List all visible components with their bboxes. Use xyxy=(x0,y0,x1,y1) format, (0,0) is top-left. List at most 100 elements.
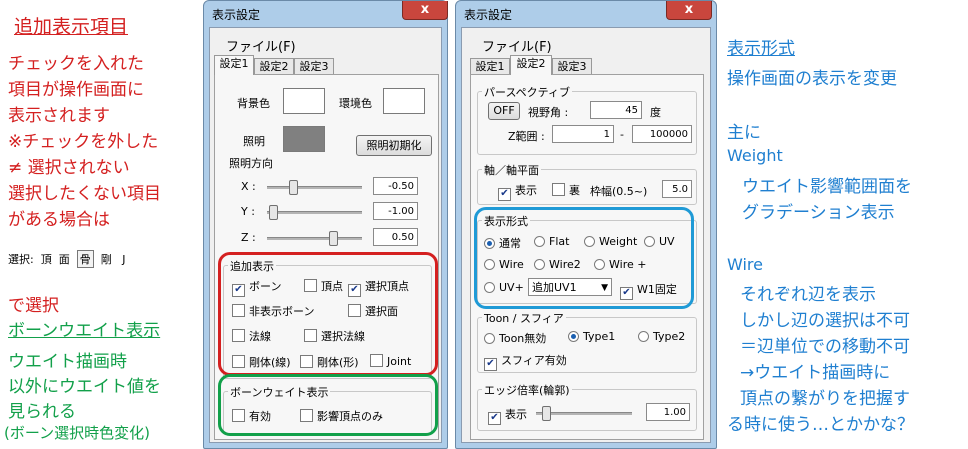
tab-settings-1[interactable]: 設定1 xyxy=(214,55,254,75)
edge-scale-input[interactable]: 1.00 xyxy=(646,403,690,421)
toon-sphere-group: Toon / スフィア Toon無効 Type1 Type2 ✔ スフィア有効 xyxy=(477,310,697,373)
wire-note-line: る時に使う…とかかな？ xyxy=(727,415,914,435)
light-y-input[interactable]: -1.00 xyxy=(373,202,418,220)
wire-note-line: →ウエイト描画時に xyxy=(740,363,891,383)
highlight-bone-weight xyxy=(218,374,438,436)
fov-unit: 度 xyxy=(650,106,661,119)
weight-title: Weight xyxy=(727,146,783,165)
radio-type1[interactable]: Type1 xyxy=(568,330,615,343)
z-range-label: Z範囲 : xyxy=(508,130,545,143)
select-item: J xyxy=(122,253,126,266)
bg-color-label: 背景色 xyxy=(237,97,270,110)
group-title: 軸／軸平面 xyxy=(482,162,541,178)
format-note-line: 操作画面の表示を変更 xyxy=(727,69,897,89)
slider-thumb[interactable] xyxy=(329,231,338,246)
highlight-extra-display xyxy=(218,252,438,376)
checkbox-axis-show[interactable]: ✔ 表示 xyxy=(498,182,537,201)
fov-input[interactable]: 45 xyxy=(590,101,642,119)
check-icon: ✔ xyxy=(498,188,511,201)
select-item: 頂 xyxy=(40,253,52,266)
note-line: ≠ 選択されない xyxy=(8,158,130,178)
slider-thumb[interactable] xyxy=(542,406,551,421)
close-icon: x xyxy=(684,2,694,17)
tab-settings-1[interactable]: 設定1 xyxy=(470,58,510,75)
select-item: 剛 xyxy=(100,253,112,266)
weight-note-line: グラデーション表示 xyxy=(742,203,895,223)
note-line: 項目が操作画面に xyxy=(8,80,144,100)
select-prefix: 選択: xyxy=(8,253,34,266)
slider-thumb[interactable] xyxy=(289,180,298,195)
bone-weight-heading: ボーンウエイト表示 xyxy=(8,321,161,341)
select-tail: で選択 xyxy=(8,296,59,316)
frame-width-input[interactable]: 5.0 xyxy=(662,180,692,198)
axis-z-label: Z : xyxy=(241,231,256,244)
select-toolbar-sample: 選択: 頂 面 骨 剛 J xyxy=(8,250,125,268)
edge-scale-group: エッジ倍率(輪郭) ✔ 表示 1.00 xyxy=(477,382,697,431)
checkbox-sphere-enabled[interactable]: ✔ スフィア有効 xyxy=(484,352,567,371)
highlight-display-format xyxy=(474,207,694,309)
select-item-active: 骨 xyxy=(76,250,94,268)
weight-note-line: ウエイト影響範囲面を xyxy=(742,177,912,197)
menu-file[interactable]: ファイル(F) xyxy=(482,36,552,55)
wire-title: Wire xyxy=(727,255,763,274)
perspective-off-button[interactable]: OFF xyxy=(488,102,520,120)
note-line: ※チェックを外した xyxy=(8,132,159,152)
light-z-slider[interactable] xyxy=(267,237,362,240)
bone-note-line: 以外にウエイト値を xyxy=(8,377,161,397)
bone-note-line: 見られる xyxy=(8,402,76,422)
frame-width-label: 枠幅(0.5~) xyxy=(590,185,648,198)
light-y-slider[interactable] xyxy=(267,211,362,214)
note-line: 選択したくない項目 xyxy=(8,184,161,204)
select-item: 面 xyxy=(58,253,70,266)
tab-settings-3[interactable]: 設定3 xyxy=(294,58,334,75)
z-max-input[interactable]: 100000 xyxy=(632,125,692,143)
close-icon: x xyxy=(420,2,430,17)
check-icon: ✔ xyxy=(488,412,501,425)
env-color-swatch[interactable] xyxy=(383,88,425,114)
z-range-separator: - xyxy=(620,128,624,141)
wire-note-line: しかし辺の選択は不可 xyxy=(740,311,910,331)
format-note-line: 主に xyxy=(727,123,761,143)
radio-type2[interactable]: Type2 xyxy=(638,330,685,343)
light-label: 照明 xyxy=(243,135,265,148)
wire-note-line: ＝辺単位での移動不可 xyxy=(740,337,910,357)
z-min-input[interactable]: 1 xyxy=(552,125,614,143)
tab-settings-2[interactable]: 設定2 xyxy=(254,58,294,75)
radio-toon-disabled[interactable]: Toon無効 xyxy=(484,330,546,346)
checkbox-edge-show[interactable]: ✔ 表示 xyxy=(488,406,527,425)
window-title: 表示設定 xyxy=(212,8,261,22)
group-title: パースペクティブ xyxy=(482,84,573,100)
tab-settings-3[interactable]: 設定3 xyxy=(552,58,592,75)
note-line: 表示されます xyxy=(8,106,110,126)
light-x-slider[interactable] xyxy=(267,186,362,189)
light-direction-label: 照明方向 xyxy=(229,157,273,170)
note-line: がある場合は xyxy=(8,210,110,230)
slider-thumb[interactable] xyxy=(269,205,278,220)
bg-color-swatch[interactable] xyxy=(283,88,325,114)
light-x-input[interactable]: -0.50 xyxy=(373,177,418,195)
close-button[interactable]: x xyxy=(666,1,712,20)
checkbox-axis-back[interactable]: 裏 xyxy=(552,182,580,198)
menu-file[interactable]: ファイル(F) xyxy=(226,36,296,55)
note-line: チェックを入れた xyxy=(8,54,144,74)
env-color-label: 環境色 xyxy=(339,97,372,110)
fov-label: 視野角 : xyxy=(528,106,569,119)
close-button[interactable]: x xyxy=(402,1,448,20)
display-format-heading: 表示形式 xyxy=(727,39,795,59)
group-title: Toon / スフィア xyxy=(482,310,566,326)
light-z-input[interactable]: 0.50 xyxy=(373,228,418,246)
wire-note-line: それぞれ辺を表示 xyxy=(740,285,876,305)
axis-y-label: Y : xyxy=(241,205,255,218)
window-title: 表示設定 xyxy=(464,8,513,22)
light-reset-button[interactable]: 照明初期化 xyxy=(356,135,432,156)
bone-note-line: ウエイト描画時 xyxy=(8,352,127,372)
axis-plane-group: 軸／軸平面 ✔ 表示 裏 枠幅(0.5~) 5.0 xyxy=(477,162,697,205)
check-icon: ✔ xyxy=(484,358,497,371)
light-color-swatch[interactable] xyxy=(283,126,325,152)
tab-settings-2[interactable]: 設定2 xyxy=(510,55,552,75)
axis-x-label: X : xyxy=(241,180,256,193)
perspective-group: パースペクティブ OFF 視野角 : 45 度 Z範囲 : 1 - 100000 xyxy=(477,84,697,155)
extra-display-heading: 追加表示項目 xyxy=(14,16,129,38)
bone-note-line: (ボーン選択時色変化) xyxy=(4,424,150,442)
group-title: エッジ倍率(輪郭) xyxy=(482,382,572,398)
